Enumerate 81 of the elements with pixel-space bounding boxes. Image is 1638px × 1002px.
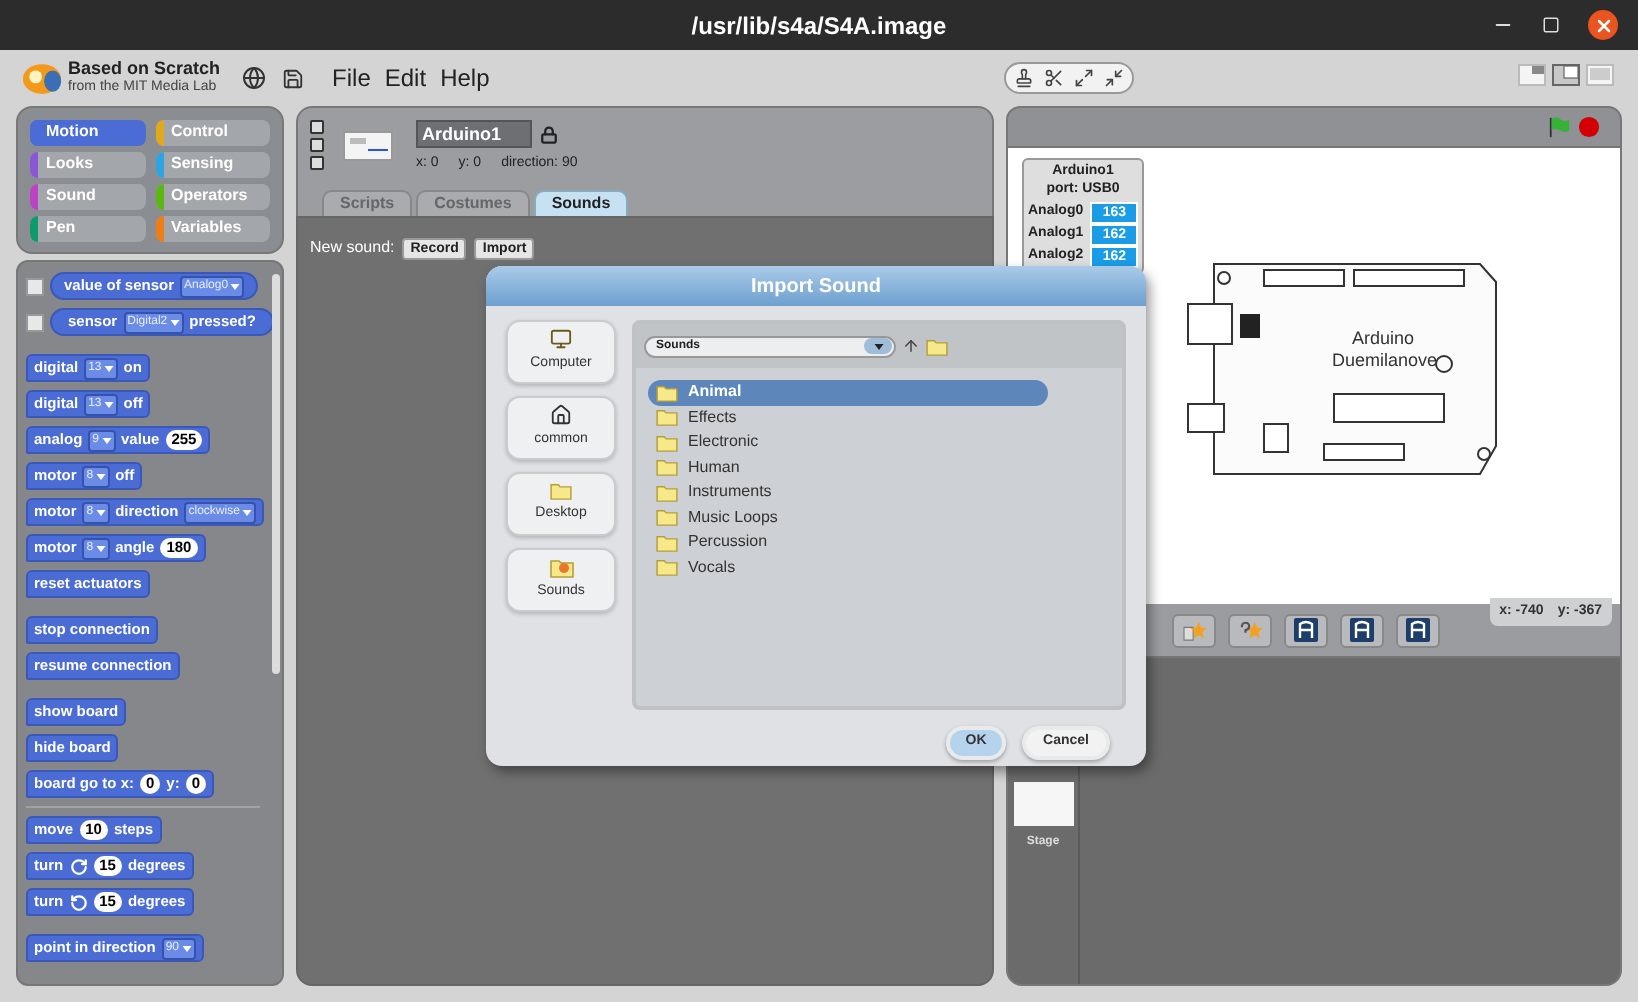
folder-icon xyxy=(656,483,678,502)
globe-icon[interactable] xyxy=(242,66,267,90)
scrollbar[interactable] xyxy=(272,274,280,674)
folder-name: Animal xyxy=(688,380,742,405)
folder-name: Electronic xyxy=(688,430,759,455)
caret-icon xyxy=(95,473,106,479)
caret-icon xyxy=(101,437,112,443)
sprite-name-field[interactable]: Arduino1 xyxy=(416,120,532,148)
folder-icon xyxy=(656,558,678,577)
folder-item[interactable]: Animal xyxy=(648,380,1048,405)
folder-name: Music Loops xyxy=(688,505,778,530)
grow-icon[interactable] xyxy=(1074,68,1094,88)
board-label: Arduino xyxy=(1352,328,1415,348)
stage-thumbnail[interactable] xyxy=(1013,782,1073,826)
question-star-icon xyxy=(1237,619,1263,641)
folder-name: Effects xyxy=(688,405,737,430)
flag-icon[interactable] xyxy=(1548,116,1570,138)
rotate-cw-icon xyxy=(69,857,88,875)
caret-icon xyxy=(95,545,106,551)
caret-icon xyxy=(181,945,192,951)
folder-icon xyxy=(656,458,678,477)
caret-icon xyxy=(95,509,106,515)
menu-item[interactable]: Edit xyxy=(384,60,427,96)
folder-item[interactable]: Effects xyxy=(648,405,1048,430)
board-label: Duemilanove xyxy=(1332,350,1438,370)
dialog-title: Import Sound xyxy=(751,273,881,301)
folder-icon xyxy=(656,433,678,452)
tab[interactable]: Sounds xyxy=(533,190,629,216)
menu-item[interactable]: Help xyxy=(440,60,490,96)
window-title: /usr/lib/s4a/S4A.image xyxy=(691,9,947,43)
view-mode-icon[interactable] xyxy=(1518,64,1546,86)
checkbox[interactable] xyxy=(26,277,44,295)
lock-icon[interactable] xyxy=(540,125,558,143)
folder-name: Percussion xyxy=(688,530,768,555)
folder-item[interactable]: Electronic xyxy=(648,430,1048,455)
folder-icon xyxy=(656,508,678,527)
logo-title: Based on Scratch xyxy=(68,60,221,78)
checkbox[interactable] xyxy=(26,313,44,331)
caret-icon xyxy=(241,509,252,515)
close-icon xyxy=(1593,15,1613,35)
folder-item[interactable]: Music Loops xyxy=(648,505,1048,530)
board-button[interactable] xyxy=(1284,613,1328,647)
folder-icon xyxy=(550,482,572,501)
random-sprite-button[interactable] xyxy=(1228,613,1272,647)
scissors-icon[interactable] xyxy=(1044,68,1064,88)
caret-icon xyxy=(169,319,180,325)
folder-item[interactable]: Percussion xyxy=(648,530,1048,555)
folder-item[interactable]: Instruments xyxy=(648,480,1048,505)
caret-icon xyxy=(103,365,114,371)
close-button[interactable] xyxy=(1588,10,1618,40)
menu-item[interactable]: File xyxy=(332,60,371,96)
rotate-ccw-icon xyxy=(69,893,88,911)
sound-folder-icon xyxy=(549,556,573,579)
caret-icon xyxy=(230,283,241,289)
folder-item[interactable]: Human xyxy=(648,455,1048,480)
new-folder-icon xyxy=(926,337,948,355)
folder-name: Vocals xyxy=(688,555,736,580)
home-icon xyxy=(550,404,572,427)
sprite-from-file-button[interactable] xyxy=(1172,613,1216,647)
folder-icon xyxy=(656,533,678,552)
new-sound-label: New sound: xyxy=(310,236,395,260)
folder-star-icon xyxy=(1181,619,1207,641)
category-button[interactable]: Motion xyxy=(30,119,145,145)
computer-icon xyxy=(550,328,572,351)
folder-name: Human xyxy=(688,455,740,480)
board-button[interactable] xyxy=(1396,613,1440,647)
view-mode-icon[interactable] xyxy=(1552,64,1580,86)
save-icon[interactable] xyxy=(282,67,305,89)
stamp-icon[interactable] xyxy=(1014,68,1034,88)
folder-icon xyxy=(656,383,678,402)
maximize-icon[interactable] xyxy=(1542,16,1560,34)
board-icon xyxy=(1294,618,1318,642)
caret-icon xyxy=(103,401,114,407)
board-icon xyxy=(1406,618,1430,642)
shrink-icon[interactable] xyxy=(1104,68,1124,88)
folder-item[interactable]: Vocals xyxy=(648,555,1048,580)
logo-icon xyxy=(20,61,64,95)
folder-name: Instruments xyxy=(688,480,772,505)
parent-folder-icon[interactable] xyxy=(902,336,920,356)
board-icon xyxy=(1350,618,1374,642)
board-button[interactable] xyxy=(1340,613,1384,647)
